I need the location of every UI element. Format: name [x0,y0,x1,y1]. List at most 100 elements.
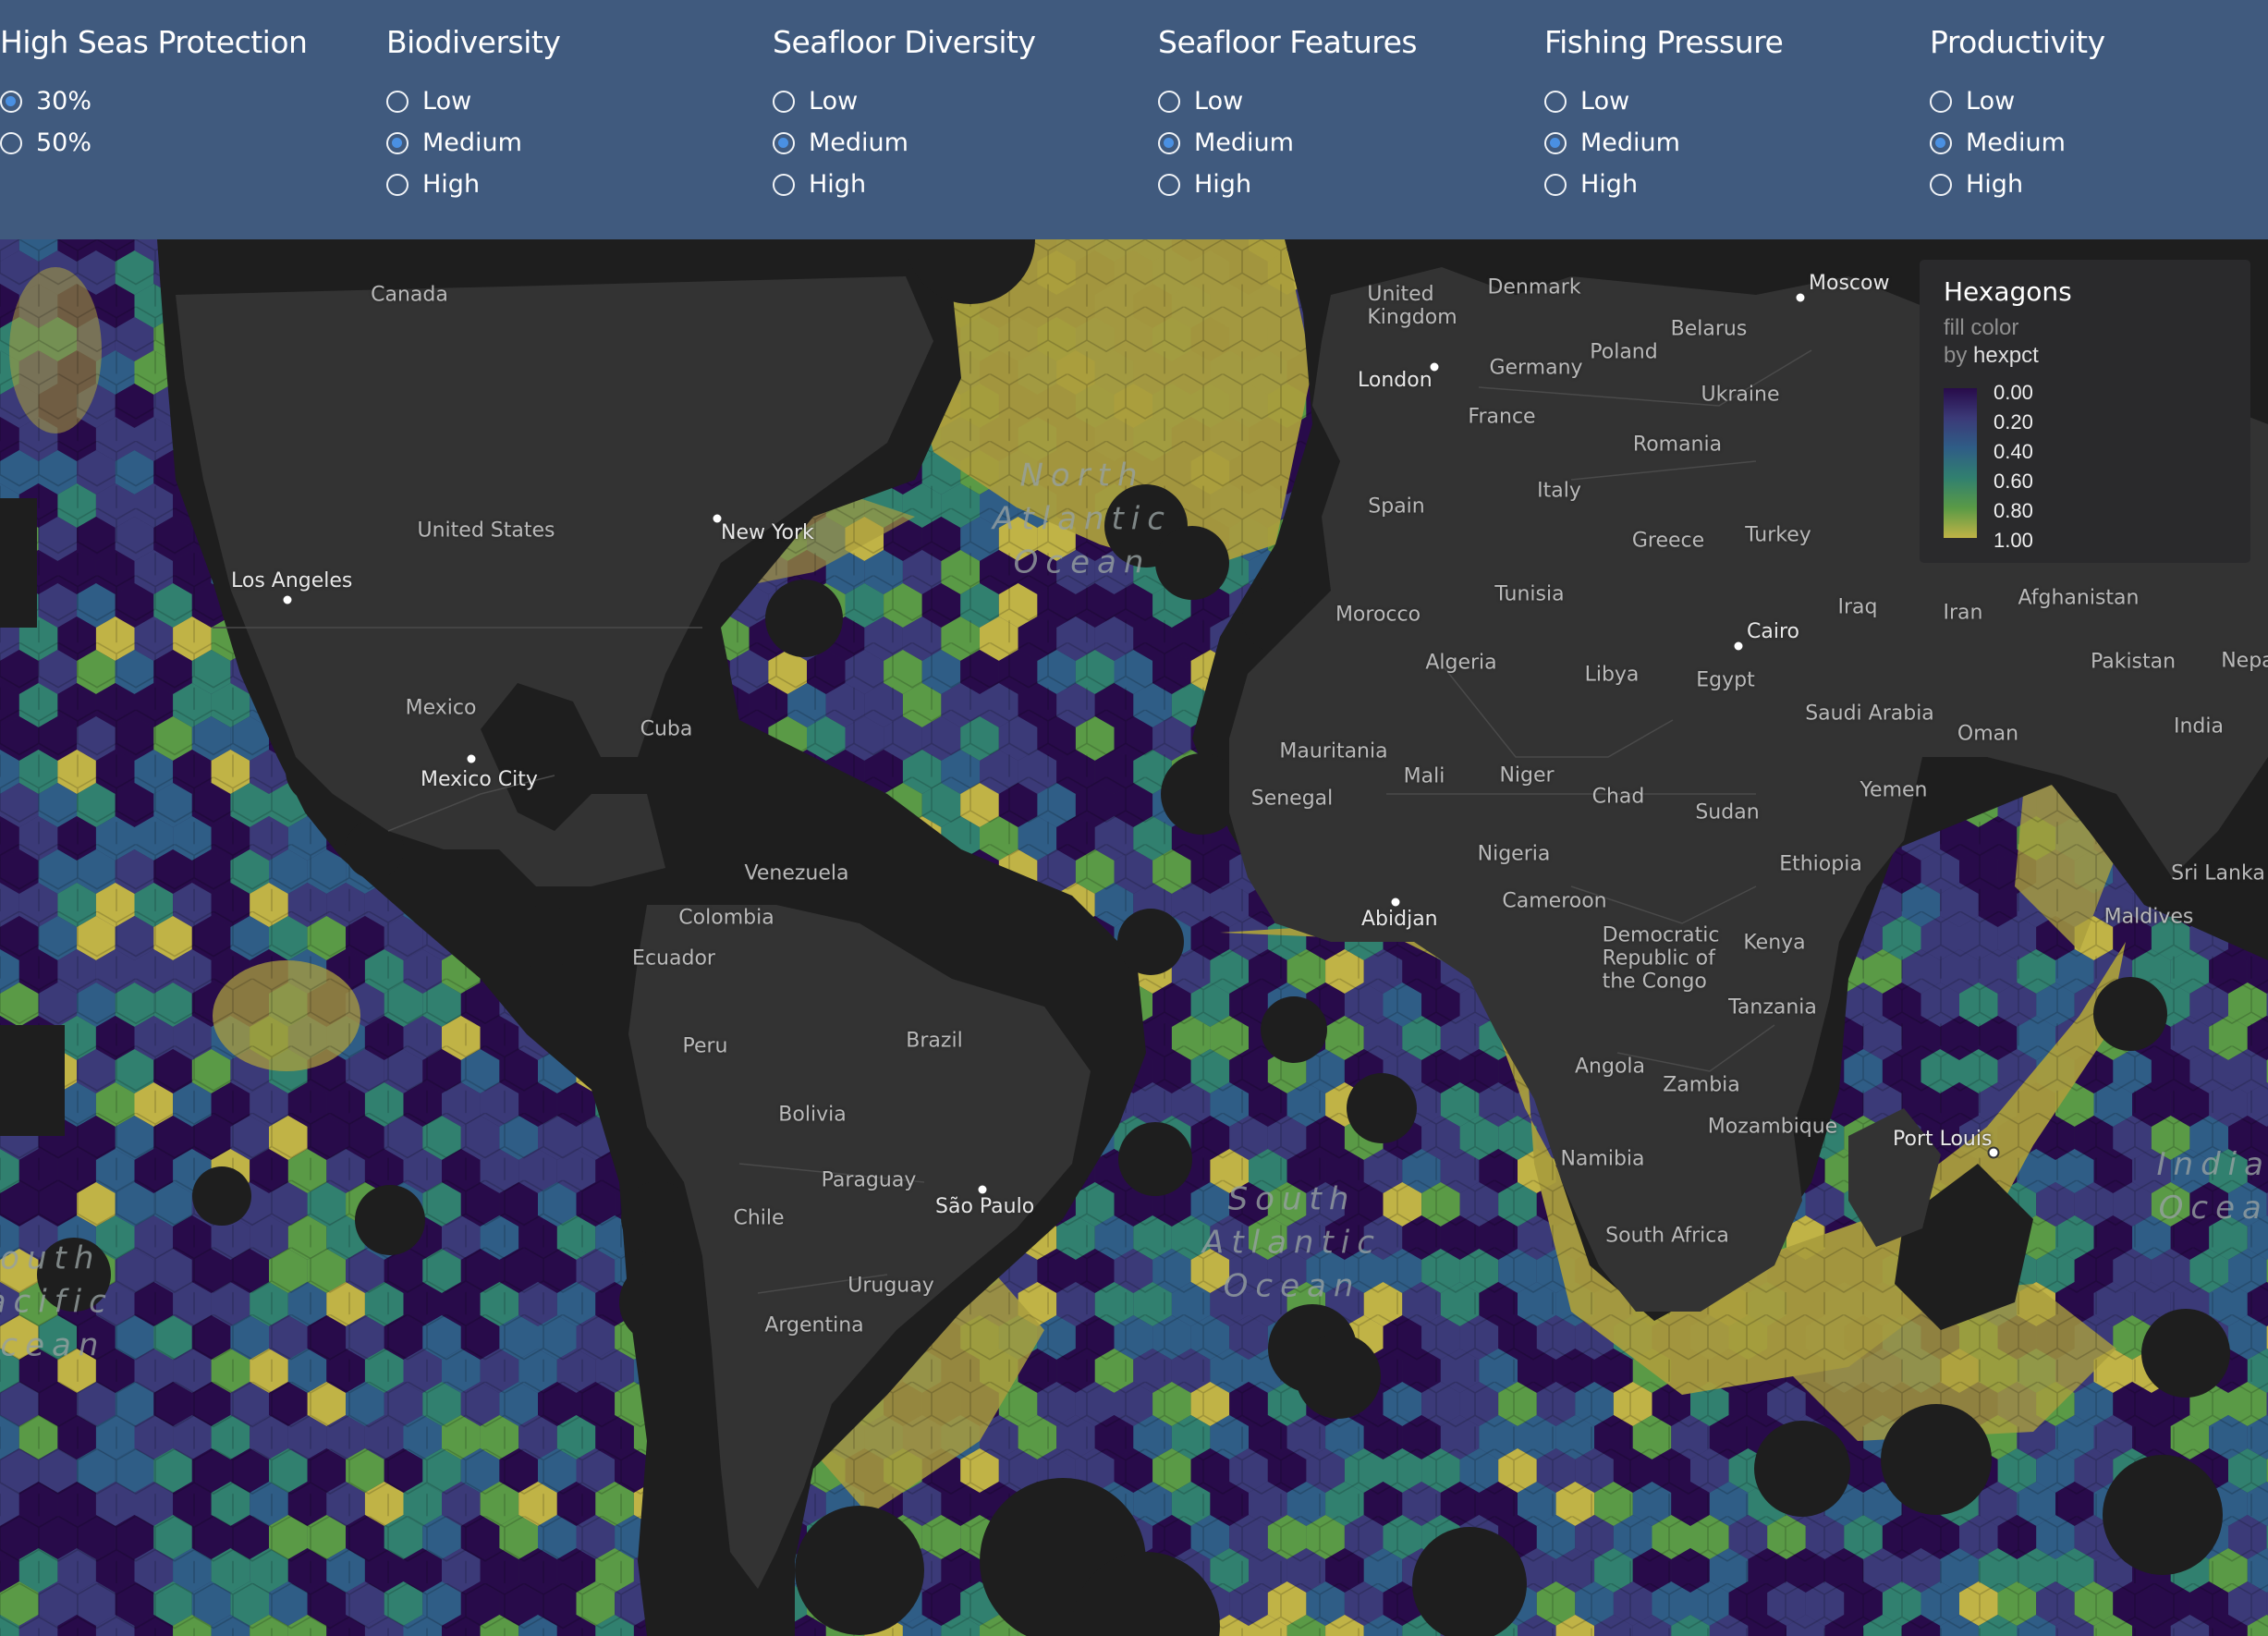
radio-button[interactable] [386,131,408,154]
radio-button[interactable] [0,90,22,113]
filter-group-high-seas-protection: High Seas Protection 30% 50% [0,24,370,164]
radio-label: Medium [1580,128,1680,157]
filter-title: Seafloor Features [1158,24,1418,60]
country-label-paraguay: Paraguay [821,1168,917,1192]
country-label-venezuela: Venezuela [744,861,849,885]
filter-group-seafloor-features: Seafloor Features Low Medium High [1158,24,1528,205]
ocean-label-indian: IndianOcean [2156,1146,2268,1227]
country-label-greece: Greece [1631,529,1705,553]
radio-label: High [809,170,867,199]
radio-option-50[interactable]: 50% [0,122,370,164]
radio-button[interactable] [386,173,408,196]
radio-label: 50% [36,128,92,157]
country-label-ukraine: Ukraine [1701,383,1780,407]
country-label-united-states: United States [417,519,555,543]
radio-option-low[interactable]: Low [386,80,756,122]
radio-button[interactable] [0,131,22,154]
country-label-nigeria: Nigeria [1477,842,1551,866]
country-label-libya: Libya [1584,663,1640,687]
radio-option-low[interactable]: Low [773,80,1142,122]
radio-option-high[interactable]: High [1930,164,2268,205]
country-label-namibia: Namibia [1560,1147,1645,1171]
country-label-united-kingdom: United Kingdom [1367,283,1457,329]
radio-button[interactable] [1544,90,1567,113]
radio-button[interactable] [773,173,795,196]
country-label-sudan: Sudan [1695,800,1760,824]
country-label-cameroon: Cameroon [1502,889,1607,913]
filter-title: High Seas Protection [0,24,308,60]
country-label-spain: Spain [1368,494,1425,519]
radio-button[interactable] [773,90,795,113]
country-label-ecuador: Ecuador [632,946,715,971]
radio-option-high[interactable]: High [1544,164,1914,205]
filter-title: Fishing Pressure [1544,24,1784,60]
radio-option-medium[interactable]: Medium [1544,122,1914,164]
country-label-canada: Canada [371,283,448,307]
filter-title: Seafloor Diversity [773,24,1036,60]
city-marker[interactable] [281,593,294,606]
radio-option-medium[interactable]: Medium [773,122,1142,164]
country-label-nepal: Nepal [2221,649,2268,673]
ocean-label-south-pacific: SouthPacificOcean [0,1239,114,1364]
city-marker[interactable] [976,1183,989,1196]
radio-option-medium[interactable]: Medium [1930,122,2268,164]
radio-label: Low [422,87,472,116]
radio-option-high[interactable]: High [773,164,1142,205]
radio-option-low[interactable]: Low [1930,80,2268,122]
city-marker[interactable] [465,752,478,765]
legend-ticks: 0.00 0.20 0.40 0.60 0.80 1.00 [1994,378,2033,556]
city-marker[interactable] [1794,291,1807,304]
city-label-mexico-city: Mexico City [421,768,538,791]
country-label-afghanistan: Afghanistan [2018,586,2140,610]
city-marker[interactable] [1732,640,1745,653]
radio-option-low[interactable]: Low [1544,80,1914,122]
country-label-germany: Germany [1489,356,1583,380]
radio-button[interactable] [1930,173,1952,196]
radio-button[interactable] [1544,131,1567,154]
legend-tick: 0.80 [1994,499,2033,522]
radio-button[interactable] [1158,131,1180,154]
radio-option-high[interactable]: High [386,164,756,205]
country-label-mali: Mali [1403,764,1445,788]
filter-group-productivity: Productivity Low Medium High [1930,24,2268,205]
filter-group-biodiversity: Biodiversity Low Medium High [386,24,756,205]
radio-option-high[interactable]: High [1158,164,1528,205]
filter-bar: High Seas Protection 30% 50% Biodiversit… [0,0,2268,239]
legend-tick: 0.60 [1994,470,2033,493]
radio-label: High [1194,170,1252,199]
radio-label: 30% [36,87,92,116]
radio-label: Low [1194,87,1244,116]
radio-button[interactable] [1158,90,1180,113]
country-label-uruguay: Uruguay [847,1274,934,1298]
radio-button[interactable] [1544,173,1567,196]
country-label-yemen: Yemen [1860,778,1928,802]
country-label-peru: Peru [682,1034,728,1058]
country-label-iran: Iran [1943,601,1983,625]
radio-option-medium[interactable]: Medium [386,122,756,164]
legend-title: Hexagons [1944,276,2072,307]
country-label-sri-lanka: Sri Lanka [2171,861,2265,885]
city-label-new-york: New York [721,521,814,544]
radio-button[interactable] [386,90,408,113]
radio-option-low[interactable]: Low [1158,80,1528,122]
country-label-cuba: Cuba [640,717,693,741]
radio-button[interactable] [773,131,795,154]
radio-button[interactable] [1930,131,1952,154]
radio-button[interactable] [1158,173,1180,196]
city-label-abidjan: Abidjan [1361,908,1438,931]
ocean-label-north-atlantic: North Atlantic Ocean [993,457,1172,581]
ocean-label-south-atlantic: South Atlantic Ocean [1202,1180,1382,1305]
country-label-brazil: Brazil [906,1029,963,1053]
radio-option-medium[interactable]: Medium [1158,122,1528,164]
country-label-bolivia: Bolivia [778,1103,847,1127]
country-label-niger: Niger [1499,763,1555,787]
city-marker[interactable] [1389,896,1402,909]
legend-tick: 0.40 [1994,440,2033,463]
country-label-ethiopia: Ethiopia [1779,852,1862,876]
radio-button[interactable] [1930,90,1952,113]
map-legend: Hexagons fill color by hexpct 0.00 0.20 … [1920,260,2250,563]
country-label-poland: Poland [1590,340,1658,364]
country-label-france: France [1468,405,1536,429]
radio-label: High [1580,170,1639,199]
radio-option-30[interactable]: 30% [0,80,370,122]
